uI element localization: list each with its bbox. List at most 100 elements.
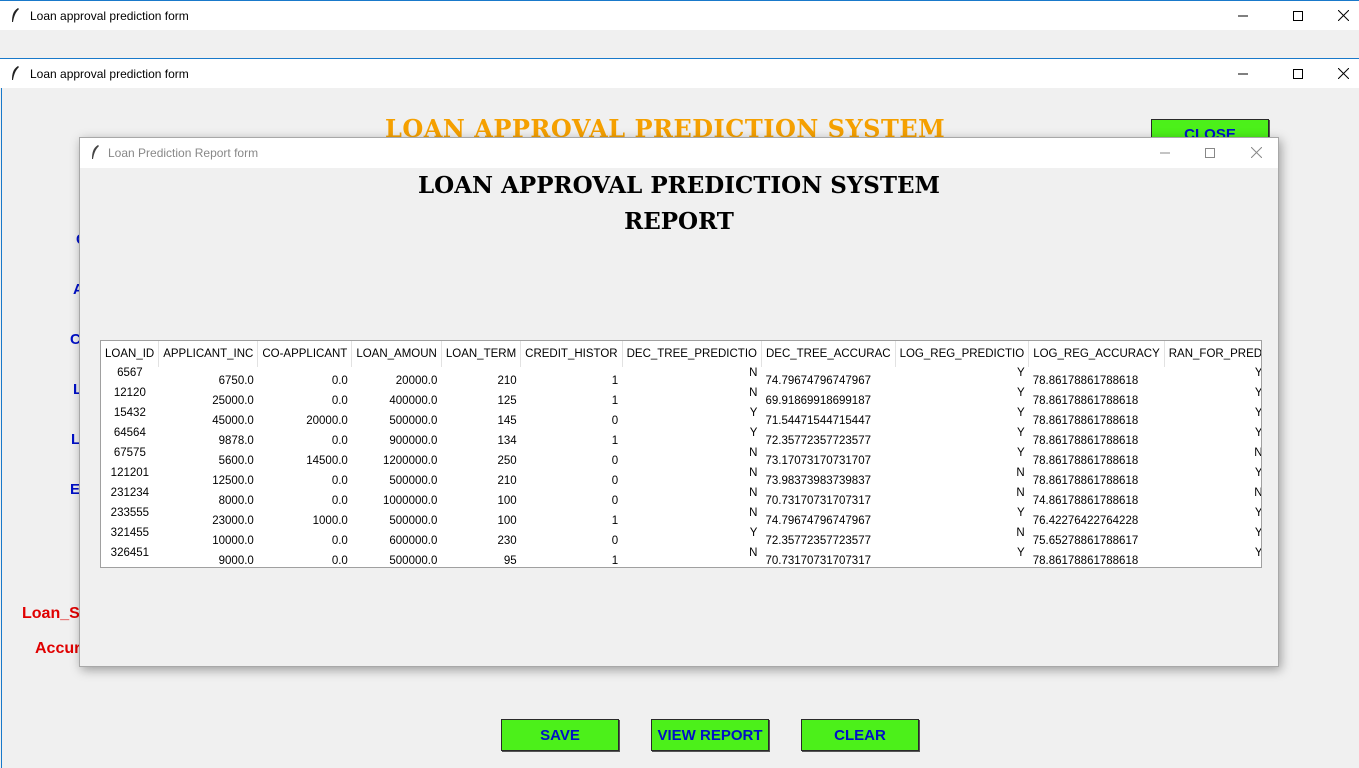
report-window-title: Loan Prediction Report form [108,146,259,160]
table-cell: 321455 [110,527,150,539]
column-header[interactable]: LOAN_TERM [441,341,522,367]
table-cell: 231234 [110,487,150,499]
report-heading: LOAN APPROVAL PREDICTION SYSTEM [418,172,940,199]
window1-titlebar: Loan approval prediction form [0,0,1359,30]
table-cell: N [749,387,758,399]
column-header[interactable]: DEC_TREE_ACCURAC [761,341,896,367]
table-cell: 6567 [117,367,143,379]
window2-titlebar: Loan approval prediction form [0,58,1359,88]
minimize-icon [1238,15,1248,16]
table-cell: 12120 [113,387,146,399]
table-cell: 78.86178861788618 [1032,475,1139,487]
report-maximize-button[interactable] [1187,138,1233,167]
table-cell: N [749,447,758,459]
table-cell: 0.0 [331,475,348,487]
column-header[interactable]: RAN_FOR_PRED [1164,341,1261,367]
close-icon [1337,10,1349,21]
report-titlebar: Loan Prediction Report form [80,138,1278,168]
table-row[interactable]: 12120 25000.0 0.0 400000.0 125 1 N 69.918699186… [101,387,1261,407]
table-cell: 73.17073170731707 [765,455,871,467]
table-cell: 72.35772357723577 [765,535,871,547]
table-cell: 210 [497,475,517,487]
table-cell: 8000.0 [218,495,254,507]
table-cell: 500000.0 [389,475,438,487]
table-cell: 70.73170731707317 [765,495,871,507]
table-row[interactable]: 326451 9000.0 0.0 500000.0 95 1 N 70.7317073170… [101,547,1261,567]
close-icon [1250,147,1262,158]
table-cell: Y [1017,447,1025,459]
table-row[interactable]: 233555 23000.0 1000.0 500000.0 100 1 N 74.79674… [101,507,1261,527]
report-table[interactable]: LOAN_ID APPLICANT_INC CO-APPLICANT LOAN_AMO… [100,340,1262,568]
table-cell: 45000.0 [212,415,254,427]
column-header[interactable]: LOAN_AMOUN [351,341,442,367]
table-cell: 25000.0 [212,395,254,407]
table-row[interactable]: 15432 45000.0 20000.0 500000.0 145 0 Y 71.54471… [101,407,1261,427]
table-cell: 250 [497,455,517,467]
table-cell: 233555 [110,507,150,519]
feather-icon [92,145,99,159]
minimize-button[interactable] [1220,1,1266,30]
table-cell: 69.91869918699187 [765,395,871,407]
table-cell: 64564 [113,427,146,439]
minimize-icon [1238,73,1248,74]
column-header[interactable]: LOG_REG_PREDICTIO [895,341,1030,367]
table-cell: Y [1017,387,1025,399]
table-cell: 0 [611,475,619,487]
clear-button[interactable]: CLEAR [801,719,919,751]
table-cell: 600000.0 [389,535,438,547]
table-cell: 0.0 [331,395,348,407]
table-cell: N [1016,487,1025,499]
table-cell: 78.86178861788618 [1032,555,1139,567]
minimize-button[interactable] [1220,59,1266,88]
maximize-button[interactable] [1275,59,1321,88]
table-row[interactable]: 67575 5600.0 14500.0 1200000.0 250 0 N 73.17073… [101,447,1261,467]
table-cell: 0 [611,415,619,427]
report-minimize-button[interactable] [1142,138,1188,167]
column-header[interactable]: APPLICANT_INC [158,341,259,367]
table-cell: 12500.0 [212,475,254,487]
table-cell: 74.86178861788618 [1032,495,1139,507]
table-row[interactable]: 64564 9878.0 0.0 900000.0 134 1 Y 72.3577235772… [101,427,1262,447]
table-cell: Y [749,407,758,419]
close-window-button[interactable] [1320,59,1359,88]
table-cell: 121201 [110,467,150,479]
table-cell: 0 [611,495,619,507]
table-cell: Y [749,427,758,439]
table-row[interactable]: 321455 10000.0 0.0 600000.0 230 0 Y 72.35772357… [101,527,1261,547]
table-cell: N [749,507,758,519]
table-cell: 73.98373983739837 [765,475,871,487]
column-header[interactable]: CREDIT_HISTOR [520,341,623,367]
loan-status-label: Loan_S [22,605,80,622]
column-header[interactable]: LOG_REG_ACCURACY [1028,341,1165,367]
table-cell: N [1016,467,1025,479]
view-report-button[interactable]: VIEW REPORT [651,719,769,751]
table-row[interactable]: 121201 12500.0 0.0 500000.0 210 0 N 73.98373983… [101,467,1261,487]
table-cell: 0.0 [331,435,348,447]
table-cell: 1 [611,395,619,407]
table-cell: 74.79674796747967 [765,515,871,527]
table-cell: Y [1017,407,1025,419]
column-header[interactable]: LOAN_ID [101,341,160,367]
table-cell: Y [1254,427,1262,439]
close-window-button[interactable] [1320,1,1359,30]
table-cell: 9000.0 [218,555,254,567]
column-header[interactable]: DEC_TREE_PREDICTIO [622,341,762,367]
table-cell: 125 [497,395,517,407]
save-button[interactable]: SAVE [501,719,619,751]
maximize-button[interactable] [1275,1,1321,30]
table-cell: 900000.0 [389,435,438,447]
table-cell: 1000.0 [312,515,348,527]
column-header[interactable]: CO-APPLICANT [257,341,353,367]
table-row[interactable]: 231234 8000.0 0.0 1000000.0 100 0 N 70.73170731… [101,487,1261,507]
maximize-icon [1293,68,1303,79]
table-cell: 70.73170731707317 [765,555,871,567]
report-close-button[interactable] [1233,138,1279,167]
table-row[interactable]: 6567 6750.0 0.0 20000.0 210 1 N 74.796747967479… [101,367,1261,387]
table-cell: 78.86178861788618 [1032,375,1139,387]
table-cell: 20000.0 [395,375,438,387]
table-cell: 1200000.0 [382,455,438,467]
close-icon [1337,68,1349,79]
table-cell: N [749,367,758,379]
table-cell: 14500.0 [306,455,348,467]
table-cell: 100 [497,515,517,527]
